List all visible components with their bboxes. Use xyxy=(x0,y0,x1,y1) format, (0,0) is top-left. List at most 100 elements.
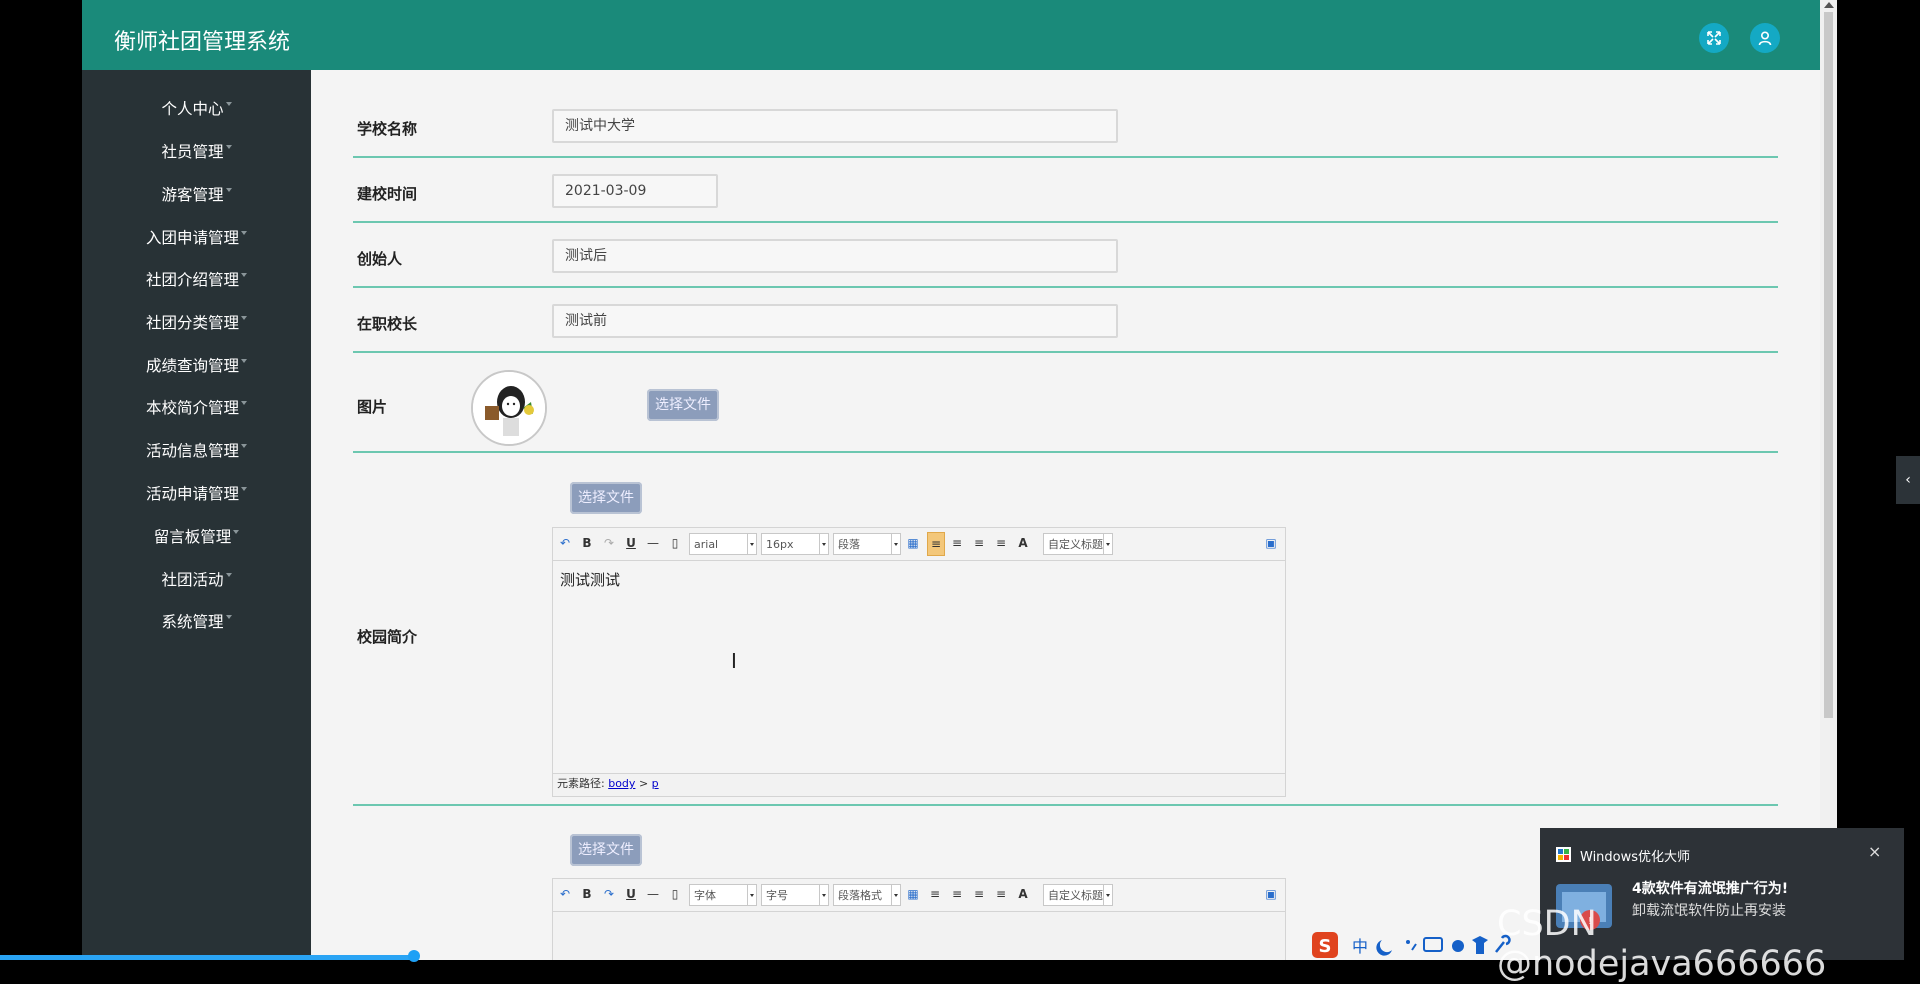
progress-knob[interactable] xyxy=(408,950,420,962)
align-right-icon[interactable]: ≡ xyxy=(971,536,987,550)
paragraph-select[interactable]: 段落 xyxy=(833,533,901,555)
undo-icon[interactable]: ↶ xyxy=(557,887,573,901)
bold-icon[interactable]: B xyxy=(579,536,595,550)
caret-down-icon xyxy=(225,188,232,192)
rich-text-editor-2: ↶ B ↷ U — ▯ 字体 字号 段落格式 ▦ ≡ ≡ ≡ ≡ A 自定义标题… xyxy=(552,878,1286,960)
align-right-icon[interactable]: ≡ xyxy=(971,887,987,901)
paragraph-select[interactable]: 段落格式 xyxy=(833,884,901,906)
divider xyxy=(353,804,1778,806)
editor-content[interactable]: 测试测试 I xyxy=(553,561,1285,773)
table-icon[interactable]: ▦ xyxy=(905,887,921,901)
path-p-link[interactable]: p xyxy=(652,777,659,790)
app-title: 衡师社团管理系统 xyxy=(114,30,291,55)
chevron-down-icon xyxy=(891,885,900,905)
user-button[interactable] xyxy=(1750,23,1780,53)
font-family-select[interactable]: arial xyxy=(689,533,757,555)
image-choose-file-button[interactable]: 选择文件 xyxy=(647,389,719,421)
caret-down-icon xyxy=(225,573,232,577)
redo-icon[interactable]: ↷ xyxy=(601,536,617,550)
fullscreen-editor-icon[interactable]: ▣ xyxy=(1263,887,1279,901)
page-scrollbar[interactable] xyxy=(1820,0,1837,960)
campus-intro-label: 校园简介 xyxy=(357,628,418,646)
select-value: 自定义标题 xyxy=(1048,889,1103,902)
chevron-left-icon: ‹ xyxy=(1905,472,1911,488)
app-window: 衡师社团管理系统 个人中心 社员管理 游客管理 入团申请管理 社团介绍管理 社团… xyxy=(82,0,1820,960)
sidebar-item-join-applications[interactable]: 入团申请管理 xyxy=(82,223,311,253)
font-size-select[interactable]: 16px xyxy=(761,533,829,555)
sidebar-item-club-activities[interactable]: 社团活动 xyxy=(82,565,311,595)
sidebar-item-label: 社团活动 xyxy=(161,571,224,589)
font-color-icon[interactable]: A xyxy=(1015,536,1031,550)
sidebar-item-members[interactable]: 社员管理 xyxy=(82,137,311,167)
editor-text: 测试测试 xyxy=(560,571,621,589)
sidebar-item-visitors[interactable]: 游客管理 xyxy=(82,180,311,210)
fullscreen-editor-icon[interactable]: ▣ xyxy=(1263,536,1279,550)
editor-toolbar: ↶ B ↷ U — ▯ arial 16px 段落 ▦ ≡ ≡ ≡ ≡ A 自定… xyxy=(553,528,1285,561)
second-choose-file-button[interactable]: 选择文件 xyxy=(570,834,642,866)
table-icon[interactable]: ▦ xyxy=(905,536,921,550)
divider xyxy=(353,351,1778,353)
principal-input[interactable]: 测试前 xyxy=(552,304,1118,338)
select-value: 段落格式 xyxy=(838,889,882,902)
school-name-input[interactable]: 测试中大学 xyxy=(552,109,1118,143)
align-left-icon[interactable]: ≡ xyxy=(927,887,943,901)
font-color-icon[interactable]: A xyxy=(1015,887,1031,901)
founded-date-input[interactable]: 2021-03-09 xyxy=(552,174,718,208)
founded-label: 建校时间 xyxy=(357,185,418,203)
custom-heading-select[interactable]: 自定义标题 xyxy=(1043,884,1113,906)
chevron-down-icon xyxy=(747,885,756,905)
notification-close-button[interactable]: × xyxy=(1868,842,1881,861)
sidebar-item-label: 入团申请管理 xyxy=(145,229,239,247)
align-left-icon[interactable]: ≡ xyxy=(927,532,945,556)
top-bar: 衡师社团管理系统 xyxy=(82,0,1820,70)
align-center-icon[interactable]: ≡ xyxy=(949,887,965,901)
sidebar-item-personal-center[interactable]: 个人中心 xyxy=(82,94,311,124)
underline-icon[interactable]: U xyxy=(623,887,639,901)
caret-down-icon xyxy=(225,615,232,619)
sidebar-item-label: 本校简介管理 xyxy=(145,399,239,417)
sidebar-item-activity-applications[interactable]: 活动申请管理 xyxy=(82,479,311,509)
sidebar-item-school-intro[interactable]: 本校简介管理 xyxy=(82,393,311,423)
founder-input[interactable]: 测试后 xyxy=(552,239,1118,273)
page-icon[interactable]: ▯ xyxy=(667,536,683,550)
svg-text:S: S xyxy=(1319,936,1332,957)
path-body-link[interactable]: body xyxy=(608,777,635,790)
sidebar-item-activity-info[interactable]: 活动信息管理 xyxy=(82,436,311,466)
sidebar-item-label: 游客管理 xyxy=(161,186,224,204)
founder-label: 创始人 xyxy=(357,250,403,268)
underline-icon[interactable]: U xyxy=(623,536,639,550)
side-collapse-tab[interactable]: ‹ xyxy=(1896,456,1920,504)
chevron-down-icon xyxy=(819,885,828,905)
fullscreen-button[interactable] xyxy=(1699,23,1729,53)
align-center-icon[interactable]: ≡ xyxy=(949,536,965,550)
caret-down-icon xyxy=(241,273,247,277)
sidebar-item-club-categories[interactable]: 社团分类管理 xyxy=(82,308,311,338)
editor-toolbar-2: ↶ B ↷ U — ▯ 字体 字号 段落格式 ▦ ≡ ≡ ≡ ≡ A 自定义标题… xyxy=(553,879,1285,912)
select-value: 自定义标题 xyxy=(1048,538,1103,551)
sidebar-item-message-board[interactable]: 留言板管理 xyxy=(82,522,311,552)
scroll-up-icon[interactable] xyxy=(1824,2,1834,8)
sidebar-item-system[interactable]: 系统管理 xyxy=(82,607,311,637)
chevron-down-icon xyxy=(891,534,900,554)
font-family-select[interactable]: 字体 xyxy=(689,884,757,906)
undo-icon[interactable]: ↶ xyxy=(557,536,573,550)
custom-heading-select[interactable]: 自定义标题 xyxy=(1043,533,1113,555)
sidebar-item-grades[interactable]: 成绩查询管理 xyxy=(82,351,311,381)
redo-icon[interactable]: ↷ xyxy=(601,887,617,901)
sidebar: 个人中心 社员管理 游客管理 入团申请管理 社团介绍管理 社团分类管理 成绩查询… xyxy=(82,70,311,960)
sidebar-item-club-intro[interactable]: 社团介绍管理 xyxy=(82,265,311,295)
bold-icon[interactable]: B xyxy=(579,887,595,901)
caret-down-icon xyxy=(241,401,247,405)
horizontal-rule-icon[interactable]: — xyxy=(645,887,661,901)
scroll-thumb[interactable] xyxy=(1824,12,1833,718)
sidebar-item-label: 社员管理 xyxy=(161,143,224,161)
divider xyxy=(353,221,1778,223)
intro-choose-file-button[interactable]: 选择文件 xyxy=(570,482,642,514)
justify-icon[interactable]: ≡ xyxy=(993,887,1009,901)
font-size-select[interactable]: 字号 xyxy=(761,884,829,906)
justify-icon[interactable]: ≡ xyxy=(993,536,1009,550)
select-value: 16px xyxy=(766,538,794,551)
caret-down-icon xyxy=(225,102,232,106)
page-icon[interactable]: ▯ xyxy=(667,887,683,901)
horizontal-rule-icon[interactable]: — xyxy=(645,536,661,550)
